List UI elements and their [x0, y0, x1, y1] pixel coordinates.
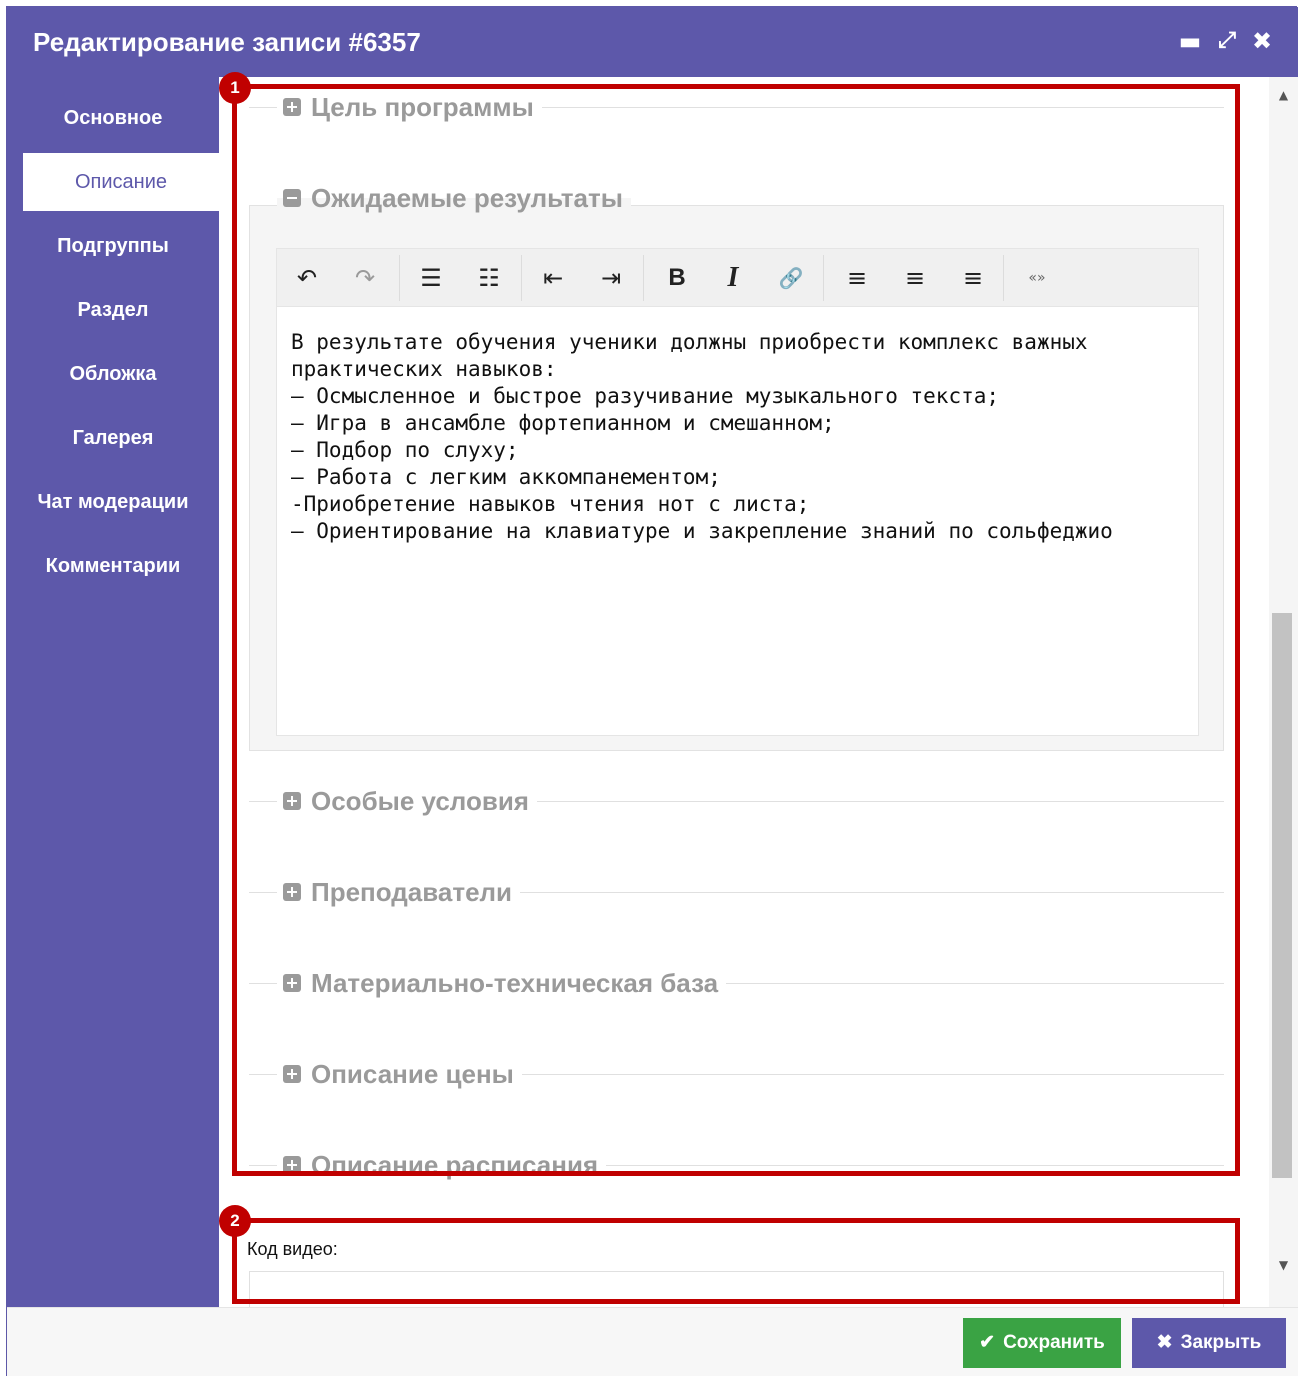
annotation-frame-1 [232, 84, 1240, 1176]
sidebar-item-section[interactable]: Раздел [7, 281, 219, 339]
minimize-icon[interactable]: ▬ [1173, 21, 1207, 61]
annotation-frame-2 [232, 1218, 1240, 1304]
check-icon: ✔ [979, 1332, 996, 1353]
save-button-label: Сохранить [1003, 1332, 1105, 1353]
scroll-thumb[interactable] [1272, 613, 1292, 1178]
close-button[interactable]: ✖ Закрыть [1132, 1318, 1286, 1368]
dialog-title: Редактирование записи #6357 [33, 27, 421, 57]
close-button-label: Закрыть [1180, 1332, 1262, 1353]
maximize-icon[interactable]: ⤢ [1210, 21, 1244, 61]
close-icon[interactable]: ✖ [1245, 21, 1279, 61]
sidebar-item-cover[interactable]: Обложка [7, 345, 219, 403]
close-icon: ✖ [1156, 1332, 1173, 1353]
scroll-up-icon[interactable]: ▲ [1269, 83, 1298, 107]
annotation-badge-1: 1 [219, 72, 251, 104]
content-scrollbar[interactable]: ▲ ▼ [1269, 77, 1298, 1307]
sidebar-item-main[interactable]: Основное [7, 89, 219, 147]
dialog-footer: ✔ Сохранить ✖ Закрыть [7, 1307, 1298, 1376]
sidebar-item-comments[interactable]: Комментарии [7, 537, 219, 595]
sidebar-item-description[interactable]: Описание [23, 153, 219, 211]
dialog-titlebar[interactable]: Редактирование записи #6357 ▬ ⤢ ✖ [7, 7, 1298, 77]
sidebar-item-subgroups[interactable]: Подгруппы [7, 217, 219, 275]
annotation-badge-2: 2 [219, 1205, 251, 1237]
sidebar: Основное Описание Подгруппы Раздел Облож… [7, 77, 219, 1307]
save-button[interactable]: ✔ Сохранить [963, 1318, 1121, 1368]
sidebar-item-moderation-chat[interactable]: Чат модерации [7, 473, 219, 531]
scroll-down-icon[interactable]: ▼ [1269, 1253, 1298, 1277]
sidebar-item-gallery[interactable]: Галерея [7, 409, 219, 467]
